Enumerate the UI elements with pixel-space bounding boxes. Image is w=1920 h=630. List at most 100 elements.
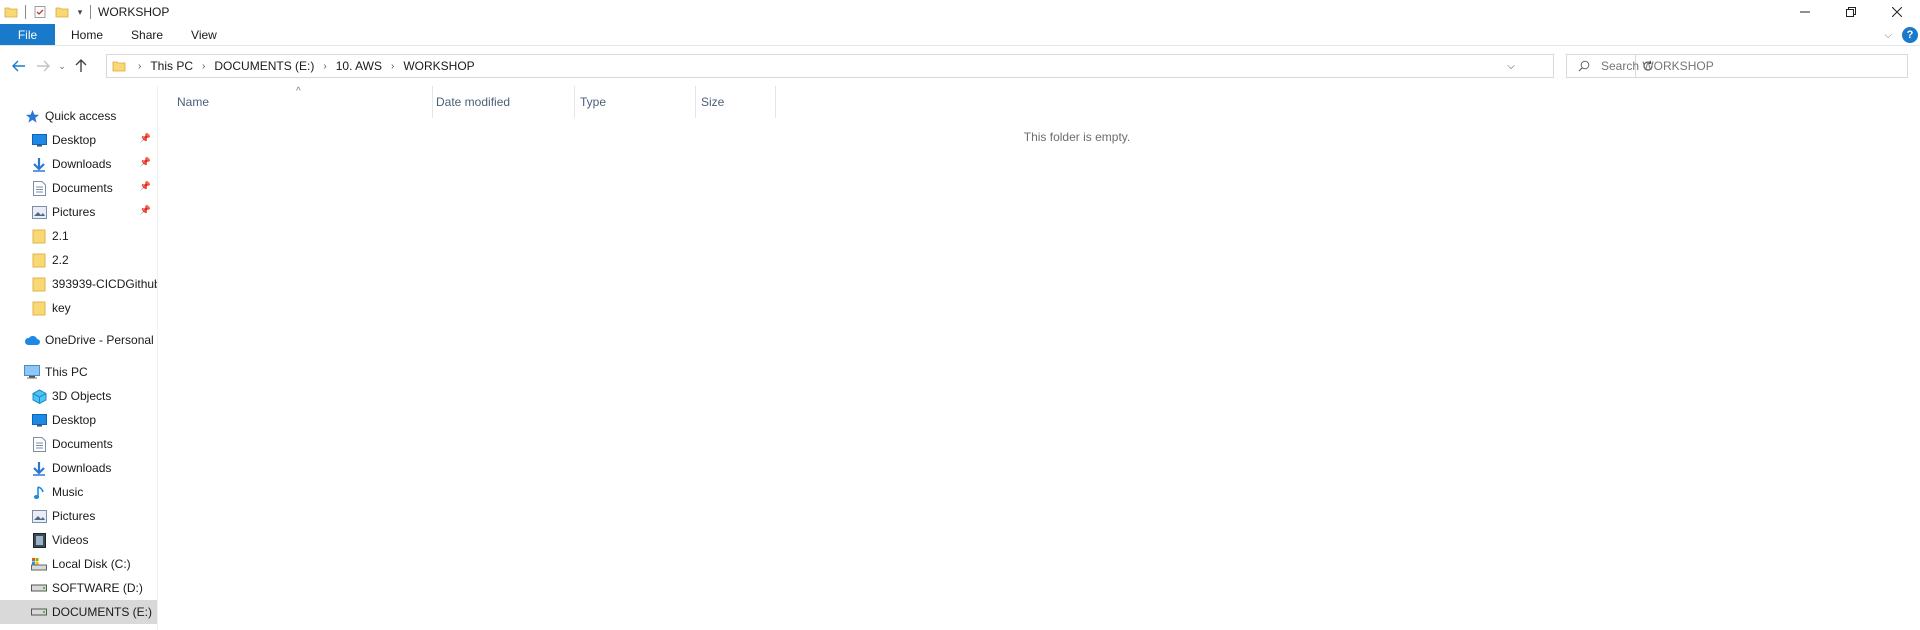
- tab-file[interactable]: File: [0, 24, 55, 45]
- title-bar: ▾ WORKSHOP: [0, 0, 1920, 24]
- sidebar-item-onedrive[interactable]: OneDrive - Personal: [0, 328, 157, 352]
- back-arrow-icon: [12, 60, 25, 72]
- music-icon: [31, 484, 47, 500]
- pictures-icon: [31, 508, 47, 524]
- navigation-pane: Quick access Desktop 📌 Downloads 📌 Docum…: [0, 86, 157, 630]
- recent-locations-button[interactable]: ⌄: [55, 54, 69, 78]
- empty-folder-message: This folder is empty.: [1023, 130, 1131, 144]
- sort-ascending-icon: ^: [296, 86, 301, 97]
- column-header-size[interactable]: Size: [696, 86, 776, 118]
- sidebar-item-3d-objects[interactable]: 3D Objects: [0, 384, 157, 408]
- sidebar-item-music[interactable]: Music: [0, 480, 157, 504]
- sidebar-item-documents[interactable]: Documents 📌: [0, 176, 157, 200]
- ribbon-tabs: File Home Share View ⌵ ?: [0, 24, 1920, 46]
- sidebar-item-folder-2-1[interactable]: 2.1: [0, 224, 157, 248]
- breadcrumb-separator-icon[interactable]: ›: [385, 61, 400, 72]
- file-list-view[interactable]: Name ^ Date modified Type Size This fold…: [158, 86, 1920, 630]
- quick-access-toolbar: ▾ WORKSHOP: [0, 0, 169, 24]
- up-button[interactable]: [69, 54, 93, 78]
- window-controls: [1782, 0, 1920, 24]
- local-disk-icon: [31, 556, 47, 572]
- desktop-icon: [31, 412, 47, 428]
- restore-button[interactable]: [1828, 0, 1874, 24]
- tab-home[interactable]: Home: [55, 24, 117, 45]
- sidebar-item-pc-pictures[interactable]: Pictures: [0, 504, 157, 528]
- breadcrumb-this-pc[interactable]: This PC: [147, 59, 196, 73]
- help-icon[interactable]: ?: [1902, 27, 1918, 43]
- sidebar-item-quick-access[interactable]: Quick access: [0, 104, 157, 128]
- desktop-icon: [31, 132, 47, 148]
- breadcrumb-separator-icon[interactable]: ›: [196, 61, 211, 72]
- pin-icon[interactable]: 📌: [140, 133, 151, 144]
- search-input[interactable]: [1601, 59, 1901, 73]
- address-bar[interactable]: › This PC › DOCUMENTS (E:) › 10. AWS › W…: [106, 54, 1653, 78]
- folder-icon: [31, 300, 47, 316]
- toolbar-divider: [90, 5, 91, 19]
- restore-icon: [1846, 7, 1856, 17]
- navigation-bar: ⌄ › This PC › DOCUMENTS (E:) › 10. AWS ›…: [0, 50, 1920, 82]
- sidebar-item-pc-desktop[interactable]: Desktop: [0, 408, 157, 432]
- sidebar-item-pc-documents[interactable]: Documents: [0, 432, 157, 456]
- sidebar-item-documents-e[interactable]: DOCUMENTS (E:): [0, 600, 157, 624]
- breadcrumb-documents-e[interactable]: DOCUMENTS (E:): [211, 59, 317, 73]
- tab-share[interactable]: Share: [117, 24, 177, 45]
- sidebar-item-this-pc[interactable]: This PC: [0, 360, 157, 384]
- breadcrumb-workshop[interactable]: WORKSHOP: [400, 59, 477, 73]
- sidebar-item-folder-key[interactable]: key: [0, 296, 157, 320]
- column-headers: Name ^ Date modified Type Size: [158, 86, 776, 118]
- new-folder-icon[interactable]: [53, 3, 71, 21]
- search-box[interactable]: [1566, 54, 1908, 78]
- pictures-icon: [31, 204, 47, 220]
- column-header-name[interactable]: Name ^: [158, 86, 433, 118]
- column-header-type[interactable]: Type: [575, 86, 696, 118]
- sidebar-item-pc-downloads[interactable]: Downloads: [0, 456, 157, 480]
- folder-icon: [112, 59, 126, 73]
- customize-toolbar-dropdown-icon[interactable]: ▾: [75, 3, 85, 21]
- drive-icon: [31, 604, 47, 620]
- documents-icon: [31, 180, 47, 196]
- tab-view[interactable]: View: [177, 24, 231, 45]
- sidebar-item-videos[interactable]: Videos: [0, 528, 157, 552]
- window-title: WORKSHOP: [98, 5, 170, 19]
- search-icon: [1573, 55, 1595, 77]
- drive-icon: [31, 580, 47, 596]
- sidebar-item-desktop[interactable]: Desktop 📌: [0, 128, 157, 152]
- folder-app-icon[interactable]: [2, 3, 20, 21]
- breadcrumb-separator-icon[interactable]: ›: [317, 61, 332, 72]
- sidebar-item-local-disk-c[interactable]: Local Disk (C:): [0, 552, 157, 576]
- star-icon: [24, 108, 40, 124]
- pin-icon[interactable]: 📌: [140, 205, 151, 216]
- back-button[interactable]: [7, 54, 31, 78]
- folder-icon: [31, 252, 47, 268]
- pin-icon[interactable]: 📌: [140, 157, 151, 168]
- sidebar-item-downloads[interactable]: Downloads 📌: [0, 152, 157, 176]
- forward-arrow-icon: [37, 60, 50, 72]
- ribbon-right-controls: ⌵ ?: [1884, 24, 1918, 46]
- downloads-icon: [31, 156, 47, 172]
- up-arrow-icon: [75, 59, 87, 72]
- forward-button[interactable]: [31, 54, 55, 78]
- breadcrumb-10-aws[interactable]: 10. AWS: [333, 59, 385, 73]
- documents-icon: [31, 436, 47, 452]
- close-icon: [1892, 7, 1902, 17]
- breadcrumb-separator-icon[interactable]: ›: [132, 61, 147, 72]
- pin-icon[interactable]: 📌: [140, 181, 151, 192]
- folder-icon: [31, 276, 47, 292]
- sidebar-item-software-d[interactable]: SOFTWARE (D:): [0, 576, 157, 600]
- sidebar-item-folder-2-2[interactable]: 2.2: [0, 248, 157, 272]
- minimize-icon: [1800, 11, 1810, 13]
- expand-ribbon-chevron-icon[interactable]: ⌵: [1884, 30, 1892, 41]
- 3d-objects-icon: [31, 388, 47, 404]
- toolbar-divider: [25, 5, 26, 19]
- sidebar-item-pictures[interactable]: Pictures 📌: [0, 200, 157, 224]
- close-button[interactable]: [1874, 0, 1920, 24]
- videos-icon: [31, 532, 47, 548]
- computer-icon: [24, 364, 40, 380]
- downloads-icon: [31, 460, 47, 476]
- folder-icon: [31, 228, 47, 244]
- column-header-date-modified[interactable]: Date modified: [433, 86, 575, 118]
- sidebar-item-folder-393939-cicdgithub[interactable]: 393939-CICDGithub: [0, 272, 157, 296]
- minimize-button[interactable]: [1782, 0, 1828, 24]
- properties-icon[interactable]: [31, 3, 49, 21]
- address-history-dropdown-icon[interactable]: ⌵: [1499, 55, 1523, 77]
